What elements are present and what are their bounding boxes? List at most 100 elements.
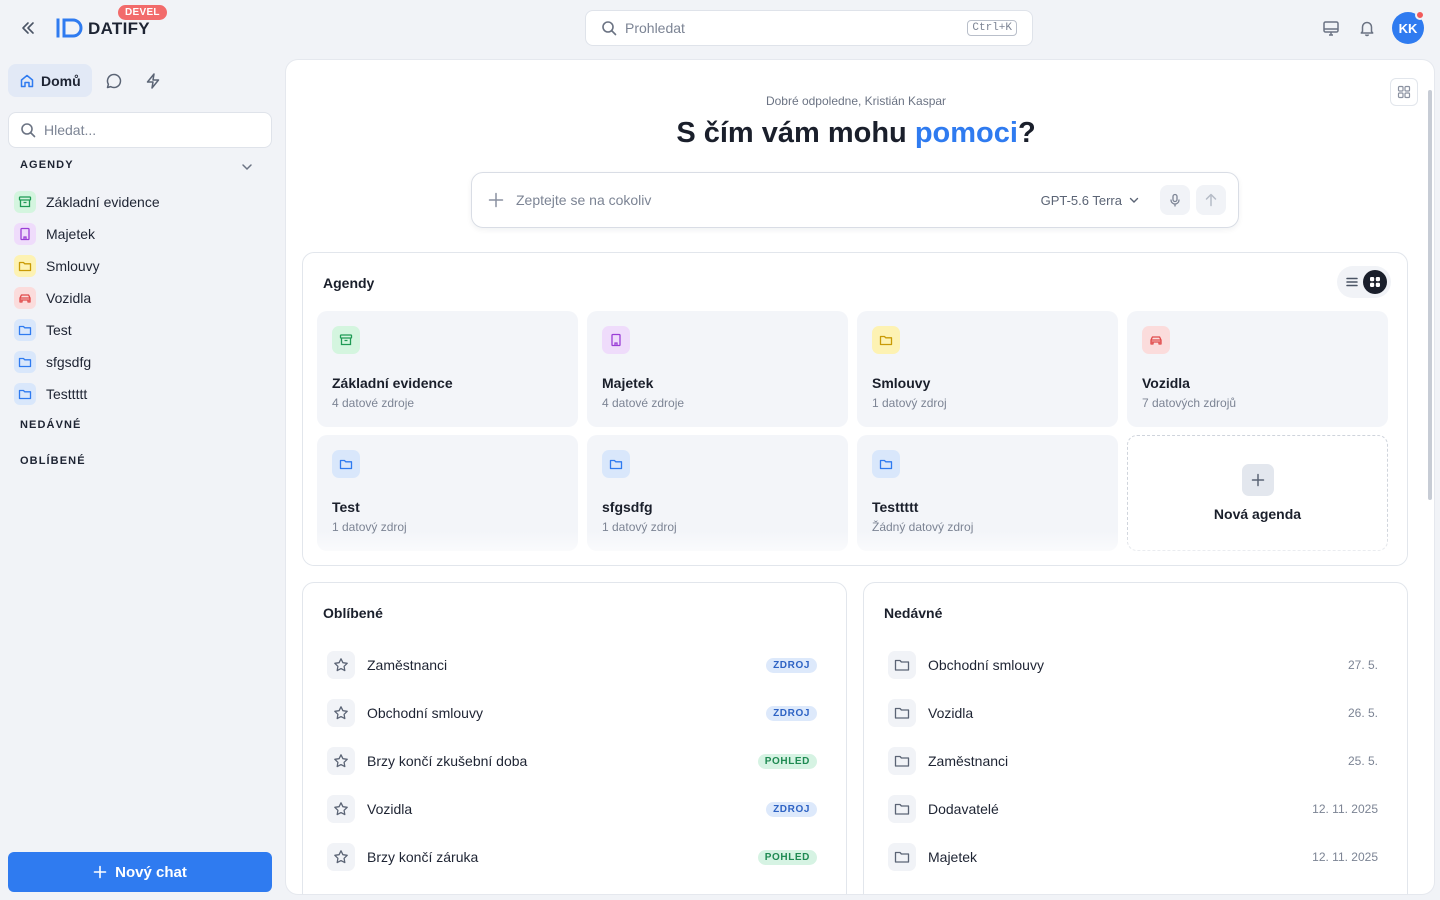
section-recent-heading[interactable]: NEDÁVNÉ	[20, 419, 82, 431]
home-icon	[20, 74, 34, 87]
star-icon[interactable]	[327, 795, 355, 823]
folder-icon	[888, 795, 916, 823]
sidebar-item-label: Smlouvy	[46, 258, 100, 274]
type-badge: POHLED	[757, 849, 817, 865]
collapse-sidebar-button[interactable]	[16, 16, 40, 40]
favorite-row[interactable]: Brzy končí záruka POHLED	[327, 833, 817, 881]
tab-home[interactable]: Domů	[8, 64, 92, 97]
recent-row[interactable]: Zaměstnanci 25. 5.	[888, 737, 1378, 785]
recent-date: 25. 5.	[1347, 754, 1378, 768]
recent-label: Obchodní smlouvy	[928, 657, 1044, 673]
grid-view-button[interactable]	[1363, 270, 1387, 294]
ask-placeholder: Zeptejte se na cokoliv	[516, 192, 652, 208]
favorite-label: Brzy končí záruka	[367, 849, 479, 865]
search-shortcut-hint: Ctrl+K	[967, 20, 1017, 36]
agenda-card-subtitle: 1 datový zdroj	[602, 520, 677, 534]
recent-label: Dodavatelé	[928, 801, 999, 817]
type-badge: POHLED	[757, 753, 817, 769]
agenda-card-title: Majetek	[602, 375, 654, 391]
section-favorites-heading[interactable]: OBLÍBENÉ	[20, 455, 86, 467]
send-button[interactable]	[1196, 185, 1226, 215]
tab-automations[interactable]	[137, 64, 170, 97]
star-icon[interactable]	[327, 843, 355, 871]
recent-row[interactable]: Obchodní smlouvy 27. 5.	[888, 641, 1378, 689]
sidebar-item-test[interactable]: Test	[12, 314, 276, 346]
agenda-cards: Základní evidence 4 datové zdroje Majete…	[317, 311, 1388, 551]
new-chat-button[interactable]: Nový chat	[8, 852, 272, 892]
list-view-button[interactable]	[1345, 275, 1359, 289]
avatar-initials: KK	[1398, 20, 1418, 36]
folder-icon	[888, 699, 916, 727]
new-chat-label: Nový chat	[115, 863, 187, 881]
building-icon	[14, 223, 36, 245]
sidebar-item-sfgsdfg[interactable]: sfgsdfg	[12, 346, 276, 378]
sidebar-item-zakladni-evidence[interactable]: Základní evidence	[12, 186, 276, 218]
recent-panel: Nedávné Obchodní smlouvy 27. 5. Vozidla …	[863, 582, 1408, 894]
agenda-card-majetek[interactable]: Majetek 4 datové zdroje	[587, 311, 848, 427]
model-selector[interactable]: GPT-5.6 Terra	[1041, 193, 1140, 208]
star-icon[interactable]	[327, 699, 355, 727]
building-icon	[602, 326, 630, 354]
recent-label: Majetek	[928, 849, 978, 865]
global-search[interactable]: Prohledat Ctrl+K	[585, 10, 1033, 46]
sidebar-item-testtttt[interactable]: Testtttt	[12, 378, 276, 410]
notifications-button[interactable]	[1356, 17, 1378, 39]
arrow-up-icon	[1205, 193, 1217, 207]
global-search-placeholder: Prohledat	[625, 20, 685, 36]
sidebar-item-label: Základní evidence	[46, 194, 160, 210]
section-agendas-heading[interactable]: AGENDY	[20, 159, 74, 171]
new-agenda-button[interactable]: Nová agenda	[1127, 435, 1388, 551]
sidebar-item-smlouvy[interactable]: Smlouvy	[12, 250, 276, 282]
sidebar-item-majetek[interactable]: Majetek	[12, 218, 276, 250]
double-chevron-left-icon	[22, 22, 34, 34]
type-badge: ZDROJ	[766, 657, 817, 673]
tab-home-label: Domů	[41, 72, 81, 89]
folder-icon	[14, 319, 36, 341]
datify-logo-icon	[56, 18, 83, 37]
star-icon[interactable]	[327, 651, 355, 679]
scrollbar[interactable]	[1428, 90, 1432, 500]
agenda-card-title: Testtttt	[872, 499, 919, 515]
agenda-card-title: sfgsdfg	[602, 499, 653, 515]
ask-input[interactable]: Zeptejte se na cokoliv GPT-5.6 Terra	[471, 172, 1239, 228]
agenda-card-smlouvy[interactable]: Smlouvy 1 datový zdroj	[857, 311, 1118, 427]
sidebar-search-input[interactable]: Hledat...	[8, 112, 272, 148]
agenda-card-zakladni-evidence[interactable]: Základní evidence 4 datové zdroje	[317, 311, 578, 427]
user-avatar[interactable]: KK	[1392, 10, 1425, 44]
tab-chats[interactable]	[98, 64, 131, 97]
agenda-card-sfgsdfg[interactable]: sfgsdfg 1 datový zdroj	[587, 435, 848, 551]
agenda-card-vozidla[interactable]: Vozidla 7 datových zdrojů	[1127, 311, 1388, 427]
model-name: GPT-5.6 Terra	[1040, 192, 1122, 208]
favorite-row[interactable]: Obchodní smlouvy ZDROJ	[327, 689, 817, 737]
agenda-card-subtitle: 4 datové zdroje	[332, 396, 415, 410]
star-icon[interactable]	[327, 747, 355, 775]
bell-icon	[1360, 21, 1374, 37]
recent-row[interactable]: Dodavatelé 12. 11. 2025	[888, 785, 1378, 833]
agenda-card-title: Základní evidence	[332, 375, 453, 391]
agenda-card-subtitle: 4 datové zdroje	[602, 396, 685, 410]
favorite-row[interactable]: Vozidla ZDROJ	[327, 785, 817, 833]
agenda-card-test[interactable]: Test 1 datový zdroj	[317, 435, 578, 551]
sidebar-item-label: Test	[46, 322, 72, 338]
voice-input-button[interactable]	[1160, 185, 1190, 215]
headline-text: S čím vám mohu	[676, 117, 915, 149]
plus-icon	[1241, 464, 1274, 496]
display-button[interactable]	[1320, 17, 1342, 39]
agenda-card-testtttt[interactable]: Testtttt Žádný datový zdroj	[857, 435, 1118, 551]
recent-row[interactable]: Majetek 12. 11. 2025	[888, 833, 1378, 881]
agenda-card-title: Test	[332, 499, 360, 515]
attach-button[interactable]	[488, 192, 504, 208]
favorite-row[interactable]: Brzy končí zkušební doba POHLED	[327, 737, 817, 785]
chevron-down-icon[interactable]	[240, 160, 254, 174]
sidebar-item-vozidla[interactable]: Vozidla	[12, 282, 276, 314]
sidebar-search-placeholder: Hledat...	[44, 122, 97, 138]
archive-icon	[332, 326, 360, 354]
favorites-panel: Oblíbené Zaměstnanci ZDROJ Obchodní smlo…	[302, 582, 847, 894]
favorite-label: Brzy končí zkušební doba	[367, 753, 528, 769]
headline-accent: pomoci	[914, 117, 1018, 149]
new-agenda-label: Nová agenda	[1213, 506, 1302, 522]
favorite-row[interactable]: Zaměstnanci ZDROJ	[327, 641, 817, 689]
recent-label: Zaměstnanci	[928, 753, 1009, 769]
recent-row[interactable]: Vozidla 26. 5.	[888, 689, 1378, 737]
favorites-list: Zaměstnanci ZDROJ Obchodní smlouvy ZDROJ…	[327, 641, 817, 881]
